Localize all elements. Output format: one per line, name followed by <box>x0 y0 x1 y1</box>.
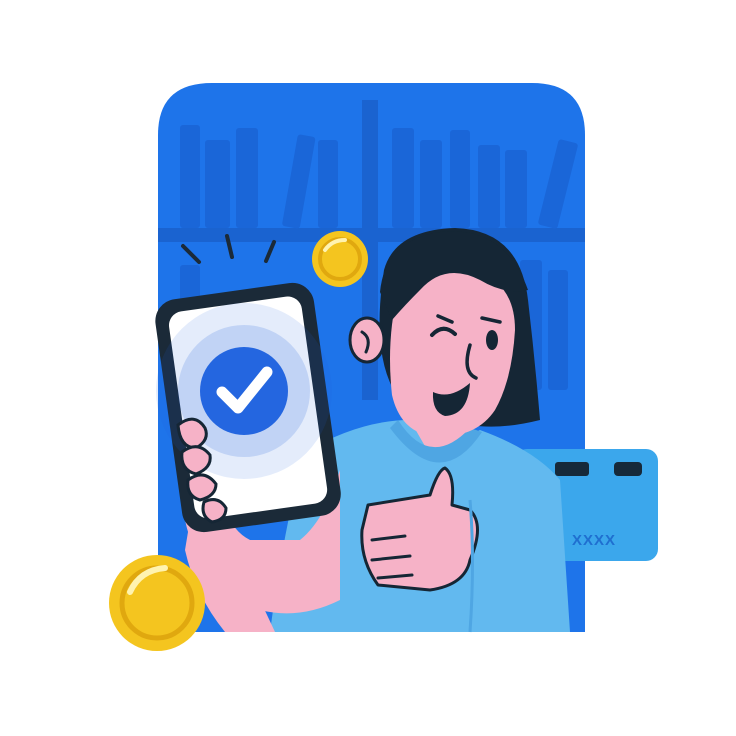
coin-icon <box>312 231 368 287</box>
smartphone-icon <box>155 282 341 533</box>
card-number-text: XXXX <box>572 532 616 549</box>
coin-icon <box>109 555 205 651</box>
check-icon <box>200 347 288 435</box>
open-eye <box>486 330 498 350</box>
payment-success-illustration: XXXX <box>109 83 658 651</box>
